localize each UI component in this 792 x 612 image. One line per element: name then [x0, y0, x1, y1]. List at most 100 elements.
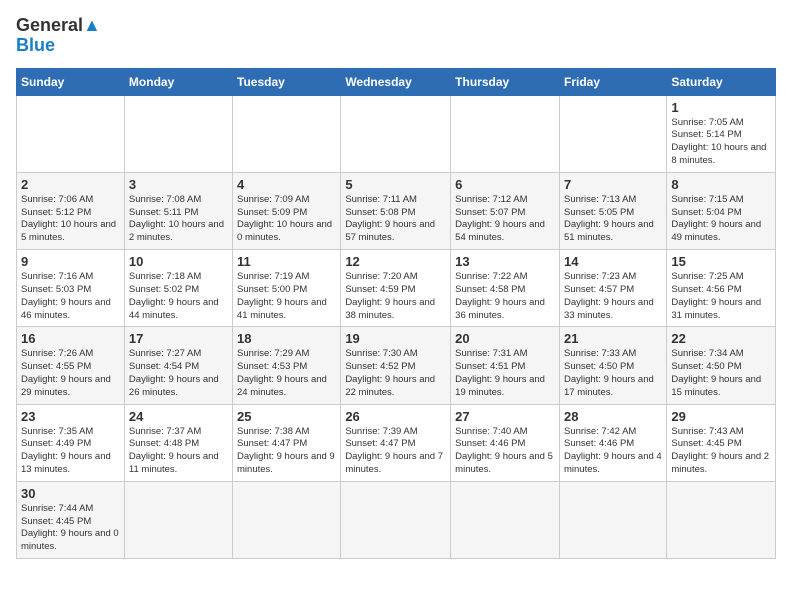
day-number: 24	[129, 409, 228, 424]
day-info: Sunrise: 7:29 AM Sunset: 4:53 PM Dayligh…	[237, 348, 336, 399]
day-info: Sunrise: 7:18 AM Sunset: 5:02 PM Dayligh…	[129, 271, 228, 322]
day-cell	[124, 95, 232, 172]
col-header-sunday: Sunday	[17, 68, 125, 95]
day-cell: 8Sunrise: 7:15 AM Sunset: 5:04 PM Daylig…	[667, 172, 776, 249]
header: General▲ Blue	[16, 16, 776, 56]
day-number: 17	[129, 331, 228, 346]
day-info: Sunrise: 7:39 AM Sunset: 4:47 PM Dayligh…	[345, 426, 446, 477]
day-number: 10	[129, 254, 228, 269]
day-cell: 13 Sunrise: 7:22 AM Sunset: 4:58 PM Dayli…	[451, 250, 560, 327]
day-cell: 16 Sunrise: 7:26 AM Sunset: 4:55 PM Dayli…	[17, 327, 125, 404]
day-cell	[559, 95, 666, 172]
day-info: Sunrise: 7:38 AM Sunset: 4:47 PM Dayligh…	[237, 426, 336, 477]
day-cell: 6Sunrise: 7:12 AM Sunset: 5:07 PM Daylig…	[451, 172, 560, 249]
day-info: Sunrise: 7:35 AM Sunset: 4:49 PM Dayligh…	[21, 426, 120, 477]
week-row-4: 16 Sunrise: 7:26 AM Sunset: 4:55 PM Dayli…	[17, 327, 776, 404]
col-header-friday: Friday	[559, 68, 666, 95]
day-info: Sunrise: 7:34 AM Sunset: 4:50 PM Dayligh…	[671, 348, 771, 399]
day-info: Sunrise: 7:33 AM Sunset: 4:50 PM Dayligh…	[564, 348, 662, 399]
logo-blue: Blue	[16, 36, 101, 56]
logo-general: General▲	[16, 16, 101, 36]
day-number: 28	[564, 409, 662, 424]
day-info: Sunrise: 7:40 AM Sunset: 4:46 PM Dayligh…	[455, 426, 555, 477]
day-info: Sunrise: 7:44 AM Sunset: 4:45 PM Dayligh…	[21, 503, 120, 554]
day-info: Sunrise: 7:13 AM Sunset: 5:05 PM Dayligh…	[564, 194, 662, 245]
day-cell: 1Sunrise: 7:05 AM Sunset: 5:14 PM Daylig…	[667, 95, 776, 172]
day-cell	[341, 481, 451, 558]
day-cell: 12 Sunrise: 7:20 AM Sunset: 4:59 PM Dayli…	[341, 250, 451, 327]
day-info: Sunrise: 7:31 AM Sunset: 4:51 PM Dayligh…	[455, 348, 555, 399]
day-number: 4	[237, 177, 336, 192]
col-header-thursday: Thursday	[451, 68, 560, 95]
day-number: 7	[564, 177, 662, 192]
day-number: 25	[237, 409, 336, 424]
day-number: 16	[21, 331, 120, 346]
logo: General▲ Blue	[16, 16, 101, 56]
day-cell	[667, 481, 776, 558]
day-info: Sunrise: 7:12 AM Sunset: 5:07 PM Dayligh…	[455, 194, 555, 245]
day-info: Sunrise: 7:26 AM Sunset: 4:55 PM Dayligh…	[21, 348, 120, 399]
day-info: Sunrise: 7:37 AM Sunset: 4:48 PM Dayligh…	[129, 426, 228, 477]
day-number: 13	[455, 254, 555, 269]
week-row-2: 2 Sunrise: 7:06 AM Sunset: 5:12 PM Daylig…	[17, 172, 776, 249]
day-number: 21	[564, 331, 662, 346]
day-cell: 2 Sunrise: 7:06 AM Sunset: 5:12 PM Daylig…	[17, 172, 125, 249]
col-header-wednesday: Wednesday	[341, 68, 451, 95]
day-cell: 4 Sunrise: 7:09 AM Sunset: 5:09 PM Daylig…	[233, 172, 341, 249]
week-row-6: 30Sunrise: 7:44 AM Sunset: 4:45 PM Dayli…	[17, 481, 776, 558]
day-info: Sunrise: 7:27 AM Sunset: 4:54 PM Dayligh…	[129, 348, 228, 399]
day-number: 8	[671, 177, 771, 192]
day-cell: 21 Sunrise: 7:33 AM Sunset: 4:50 PM Dayli…	[559, 327, 666, 404]
day-info: Sunrise: 7:20 AM Sunset: 4:59 PM Dayligh…	[345, 271, 446, 322]
day-number: 27	[455, 409, 555, 424]
day-cell: 11 Sunrise: 7:19 AM Sunset: 5:00 PM Dayli…	[233, 250, 341, 327]
day-number: 5	[345, 177, 446, 192]
calendar-table: SundayMondayTuesdayWednesdayThursdayFrid…	[16, 68, 776, 560]
day-info: Sunrise: 7:19 AM Sunset: 5:00 PM Dayligh…	[237, 271, 336, 322]
day-info: Sunrise: 7:30 AM Sunset: 4:52 PM Dayligh…	[345, 348, 446, 399]
day-number: 9	[21, 254, 120, 269]
col-header-saturday: Saturday	[667, 68, 776, 95]
day-cell: 30Sunrise: 7:44 AM Sunset: 4:45 PM Dayli…	[17, 481, 125, 558]
day-number: 11	[237, 254, 336, 269]
day-number: 20	[455, 331, 555, 346]
day-number: 12	[345, 254, 446, 269]
day-cell	[124, 481, 232, 558]
week-row-3: 9 Sunrise: 7:16 AM Sunset: 5:03 PM Daylig…	[17, 250, 776, 327]
day-info: Sunrise: 7:22 AM Sunset: 4:58 PM Dayligh…	[455, 271, 555, 322]
day-info: Sunrise: 7:09 AM Sunset: 5:09 PM Dayligh…	[237, 194, 336, 245]
day-info: Sunrise: 7:16 AM Sunset: 5:03 PM Dayligh…	[21, 271, 120, 322]
day-cell: 28 Sunrise: 7:42 AM Sunset: 4:46 PM Dayli…	[559, 404, 666, 481]
day-cell: 10 Sunrise: 7:18 AM Sunset: 5:02 PM Dayli…	[124, 250, 232, 327]
day-cell: 26Sunrise: 7:39 AM Sunset: 4:47 PM Dayli…	[341, 404, 451, 481]
week-row-1: 1Sunrise: 7:05 AM Sunset: 5:14 PM Daylig…	[17, 95, 776, 172]
day-cell	[451, 95, 560, 172]
day-number: 14	[564, 254, 662, 269]
day-cell: 7 Sunrise: 7:13 AM Sunset: 5:05 PM Daylig…	[559, 172, 666, 249]
day-number: 15	[671, 254, 771, 269]
day-number: 19	[345, 331, 446, 346]
col-header-tuesday: Tuesday	[233, 68, 341, 95]
week-row-5: 23 Sunrise: 7:35 AM Sunset: 4:49 PM Dayli…	[17, 404, 776, 481]
day-info: Sunrise: 7:23 AM Sunset: 4:57 PM Dayligh…	[564, 271, 662, 322]
day-info: Sunrise: 7:08 AM Sunset: 5:11 PM Dayligh…	[129, 194, 228, 245]
day-cell: 29Sunrise: 7:43 AM Sunset: 4:45 PM Dayli…	[667, 404, 776, 481]
day-cell: 24 Sunrise: 7:37 AM Sunset: 4:48 PM Dayli…	[124, 404, 232, 481]
day-number: 22	[671, 331, 771, 346]
day-cell	[341, 95, 451, 172]
day-info: Sunrise: 7:42 AM Sunset: 4:46 PM Dayligh…	[564, 426, 662, 477]
day-info: Sunrise: 7:06 AM Sunset: 5:12 PM Dayligh…	[21, 194, 120, 245]
day-cell: 25 Sunrise: 7:38 AM Sunset: 4:47 PM Dayli…	[233, 404, 341, 481]
day-number: 2	[21, 177, 120, 192]
day-cell: 22 Sunrise: 7:34 AM Sunset: 4:50 PM Dayli…	[667, 327, 776, 404]
day-number: 23	[21, 409, 120, 424]
day-cell: 18Sunrise: 7:29 AM Sunset: 4:53 PM Dayli…	[233, 327, 341, 404]
day-cell: 19 Sunrise: 7:30 AM Sunset: 4:52 PM Dayli…	[341, 327, 451, 404]
day-cell: 9 Sunrise: 7:16 AM Sunset: 5:03 PM Daylig…	[17, 250, 125, 327]
day-cell: 5Sunrise: 7:11 AM Sunset: 5:08 PM Daylig…	[341, 172, 451, 249]
day-cell: 27 Sunrise: 7:40 AM Sunset: 4:46 PM Dayli…	[451, 404, 560, 481]
calendar-header-row: SundayMondayTuesdayWednesdayThursdayFrid…	[17, 68, 776, 95]
day-cell: 23 Sunrise: 7:35 AM Sunset: 4:49 PM Dayli…	[17, 404, 125, 481]
day-number: 29	[671, 409, 771, 424]
day-cell: 20 Sunrise: 7:31 AM Sunset: 4:51 PM Dayli…	[451, 327, 560, 404]
